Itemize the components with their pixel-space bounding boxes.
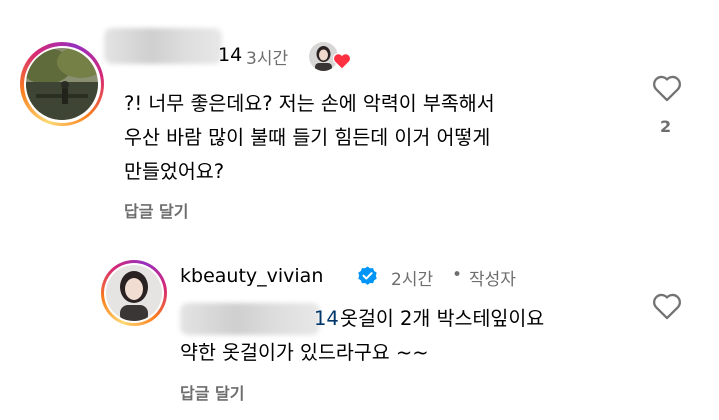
heart-outline-icon[interactable] [651,74,683,102]
reply-reply-button[interactable]: 답글 달기 [180,380,244,404]
reply-timestamp: 2시간 [391,270,434,290]
meta-separator: • [452,265,463,285]
verified-badge-icon [358,266,377,285]
reply-author-username[interactable]: kbeauty_vivian [180,265,323,287]
reply-author-avatar-photo [106,265,162,321]
comment-text: ?! 너무 좋은데요? 저는 손에 악력이 부족해서 우산 바람 많이 불때 들… [124,92,495,183]
author-badge: 작성자 [469,270,516,290]
like-count: 2 [660,117,672,136]
creator-liked-indicator [309,42,355,72]
commenter-username[interactable]: 14 [218,44,242,66]
reply-text-line1: 옷걸이 2개 박스테잎이요 [340,307,545,330]
comment-reply-button[interactable]: 답글 달기 [124,198,188,222]
heart-filled-icon [332,53,352,70]
reply-mention[interactable]: 14 [314,307,339,330]
reply-author-avatar[interactable] [101,260,167,326]
commenter-avatar[interactable] [20,42,104,126]
commenter-avatar-photo [26,48,98,120]
heart-outline-icon[interactable] [651,292,683,320]
mention-blur [180,303,320,335]
comment-timestamp: 3시간 [246,49,289,69]
commenter-username-blur [104,28,222,64]
reply-text-line2: 약한 옷걸이가 있드라구요 ~~ [180,341,429,364]
